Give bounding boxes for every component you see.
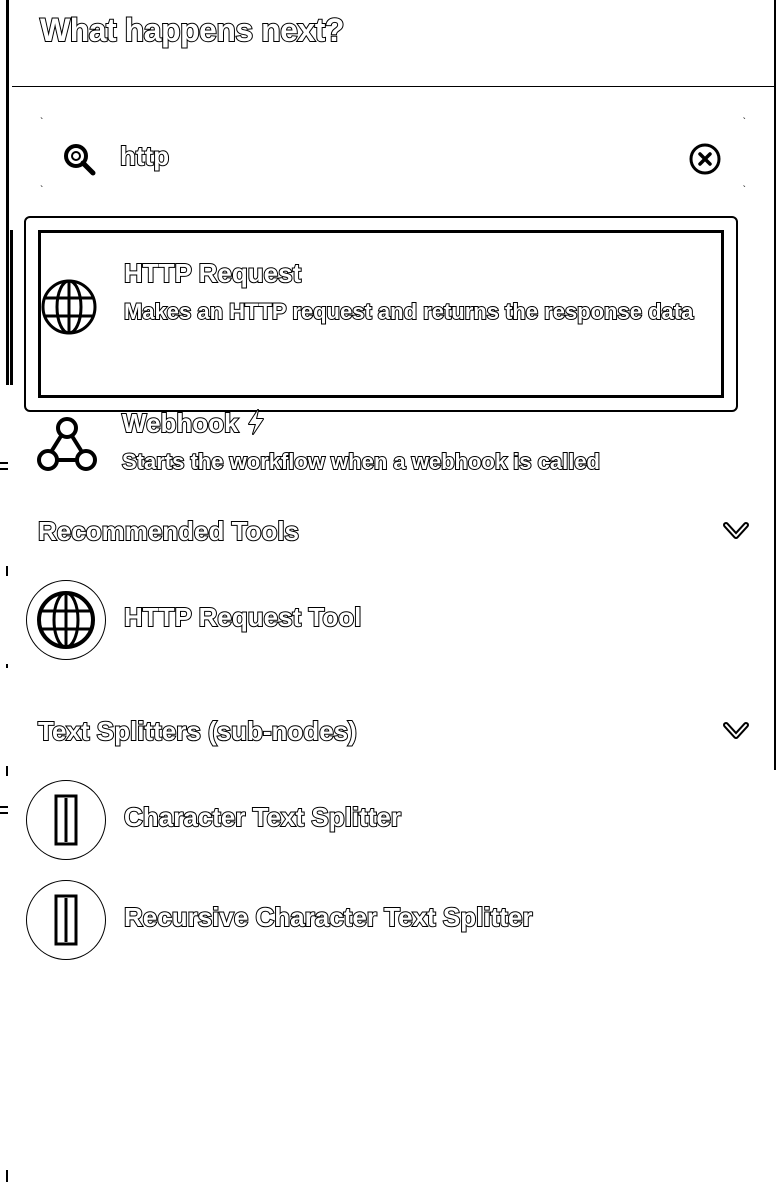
tool-item-character-text-splitter[interactable]: Character Text Splitter <box>26 780 746 860</box>
clear-search-icon[interactable] <box>688 142 722 176</box>
corner-mark: ` <box>742 185 746 196</box>
tool-item-http-request-tool[interactable]: HTTP Request Tool <box>26 580 746 660</box>
panel-scrollbar[interactable] <box>774 0 776 770</box>
section-title: Text Splitters (sub-nodes) <box>37 715 358 747</box>
panel-left-edge <box>6 0 9 385</box>
edge-mark <box>0 806 8 808</box>
node-description: Starts the workflow when a webhook is ca… <box>121 448 601 475</box>
edge-mark <box>6 1170 8 1182</box>
node-item-http-request[interactable]: HTTP Request Makes an HTTP request and r… <box>24 216 738 412</box>
node-description: Makes an HTTP request and returns the re… <box>123 298 694 325</box>
tool-item-recursive-character-text-splitter[interactable]: Recursive Character Text Splitter <box>26 880 746 960</box>
lightning-icon <box>247 409 264 435</box>
text-splitter-icon <box>54 794 78 846</box>
tool-label: HTTP Request Tool <box>123 601 362 633</box>
section-title: Recommended Tools <box>37 515 300 547</box>
edge-mark <box>0 812 8 814</box>
globe-icon <box>37 591 95 649</box>
search-bar[interactable]: ` ` ` ` <box>40 118 746 196</box>
corner-mark: ` <box>40 117 44 128</box>
search-input[interactable] <box>120 138 640 174</box>
title-divider <box>12 86 774 87</box>
node-item-webhook[interactable]: Webhook Starts the workflow when a webho… <box>24 407 738 478</box>
section-header-recommended-tools[interactable]: Recommended Tools <box>37 515 750 556</box>
section-header-text-splitters[interactable]: Text Splitters (sub-nodes) <box>37 715 750 756</box>
node-title: HTTP Request <box>123 257 302 289</box>
tool-label: Recursive Character Text Splitter <box>123 901 533 933</box>
webhook-icon <box>37 417 97 471</box>
chevron-down-icon[interactable] <box>722 720 750 742</box>
edge-mark <box>6 664 8 668</box>
panel-left-edge-inner <box>10 230 13 385</box>
text-splitter-icon <box>54 894 78 946</box>
panel-title: What happens next? <box>39 11 345 49</box>
corner-mark: ` <box>40 185 44 196</box>
chevron-down-icon[interactable] <box>722 520 750 542</box>
edge-mark <box>0 468 8 470</box>
node-title: Webhook <box>121 407 266 439</box>
tool-label: Character Text Splitter <box>123 801 402 833</box>
node-title-text: Webhook <box>121 407 240 439</box>
corner-mark: ` <box>742 117 746 128</box>
edge-mark <box>0 462 8 464</box>
edge-mark <box>6 566 8 576</box>
search-icon <box>64 144 96 176</box>
globe-icon <box>41 279 97 335</box>
edge-mark <box>6 766 8 776</box>
